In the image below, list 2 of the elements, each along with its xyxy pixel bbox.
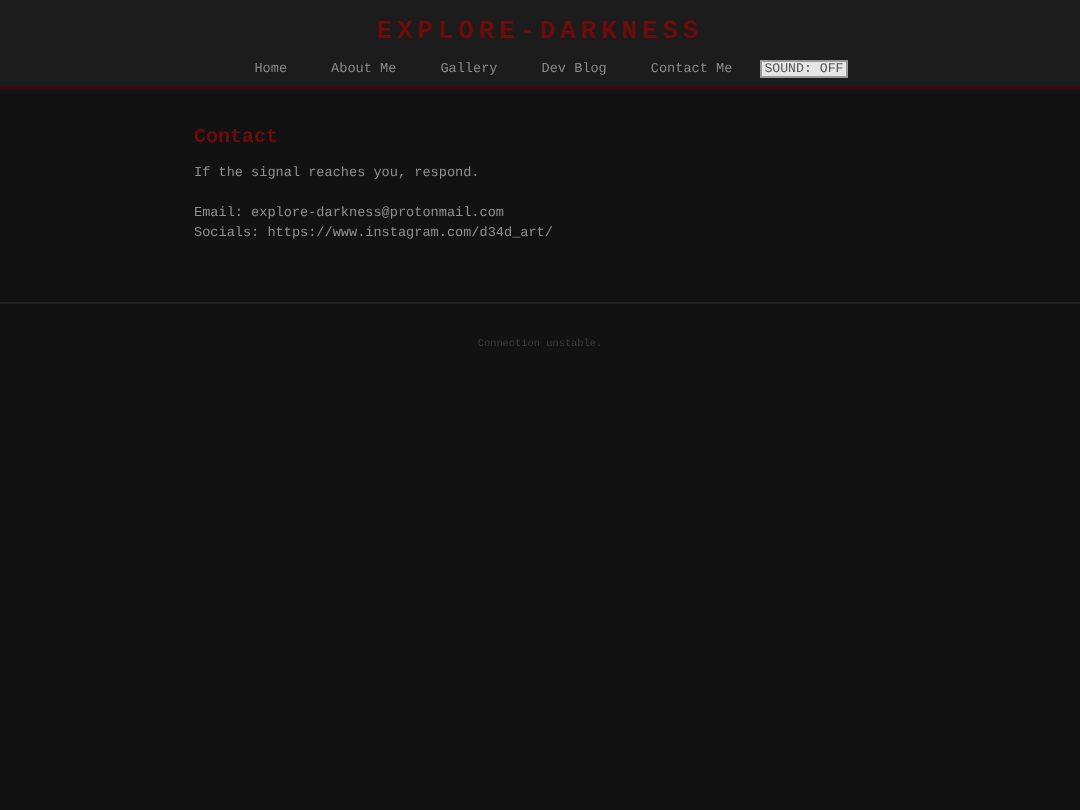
- site-title: EXPLORE-DARKNESS: [374, 16, 706, 46]
- page-heading: Contact: [194, 128, 281, 150]
